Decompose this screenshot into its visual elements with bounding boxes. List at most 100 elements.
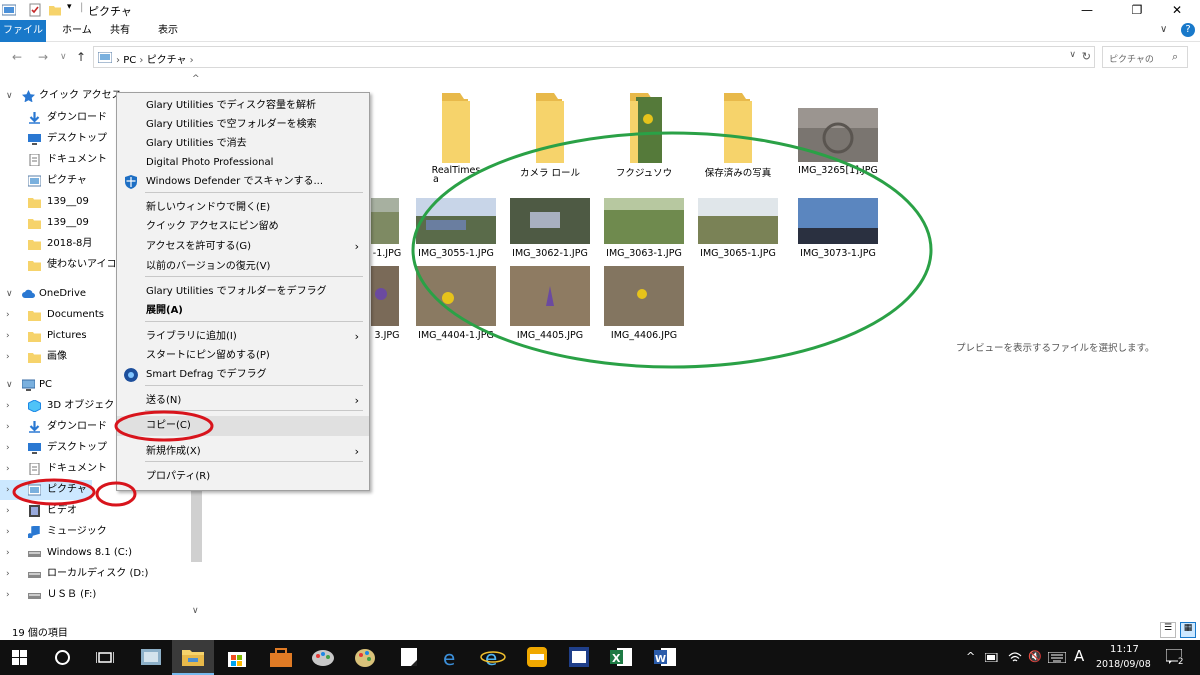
refresh-icon[interactable]: ↻	[1082, 50, 1091, 63]
quick-access-toolbar-dropdown[interactable]: ▾	[67, 2, 72, 12]
ime-mode-indicator[interactable]: A	[1074, 647, 1084, 665]
expand-chevron-icon[interactable]: ›	[6, 396, 10, 416]
battery-icon[interactable]	[985, 653, 999, 662]
expand-chevron-icon[interactable]: ›	[6, 480, 10, 500]
address-bar[interactable]: › PC › ピクチャ › ∨ ↻	[93, 46, 1095, 68]
volume-icon[interactable]: 🔇	[1028, 650, 1042, 663]
digital-photo-professional-item[interactable]: Digital Photo Professional	[117, 153, 369, 173]
folder-item[interactable]: RealTimes	[411, 84, 501, 184]
close-button[interactable]: ✕	[1154, 0, 1200, 20]
image-item[interactable]: IMG_3055-1.JPG	[411, 198, 501, 264]
ribbon-expand-icon[interactable]: ∨	[1160, 24, 1167, 35]
analyze-disk-item[interactable]: Glary Utilities でディスク容量を解析	[117, 96, 369, 116]
cortana-search-icon[interactable]	[54, 649, 71, 666]
expand-chevron-icon[interactable]: ›	[6, 438, 10, 458]
expand-chevron-icon[interactable]: ›	[6, 347, 10, 367]
folder-item[interactable]: カメラ ロール	[505, 84, 595, 184]
image-item[interactable]: IMG_4404-1.JPG	[411, 266, 501, 341]
nav-item[interactable]: › ビデオ	[0, 501, 190, 521]
properties-quick-icon[interactable]	[28, 3, 42, 17]
image-item[interactable]: IMG_3063-1.JPG	[599, 198, 689, 264]
expand-chevron-icon[interactable]: ›	[6, 305, 10, 325]
tab-home[interactable]: ホーム	[52, 20, 102, 42]
up-icon[interactable]: ↑	[76, 50, 86, 64]
image-item[interactable]: IMG_4405.JPG	[505, 266, 595, 341]
nav-item[interactable]: › ピクチャ	[0, 480, 92, 500]
pin-to-start-item[interactable]: スタートにピン留めする(P)	[117, 346, 369, 366]
find-empty-folders-item[interactable]: Glary Utilities で空フォルダーを検索	[117, 115, 369, 135]
nav-item[interactable]: › ＵＳＢ (F:)	[0, 585, 190, 605]
scroll-down-icon[interactable]: ∨	[192, 606, 199, 616]
tab-view[interactable]: 表示	[148, 20, 188, 42]
nav-item[interactable]: › ローカルディスク (D:)	[0, 564, 190, 584]
expand-chevron-icon[interactable]: ›	[6, 543, 10, 563]
copy-item[interactable]: コピー(C)	[117, 416, 369, 436]
open-new-window-item[interactable]: 新しいウィンドウで開く(E)	[117, 198, 369, 218]
start-windows-icon[interactable]	[12, 650, 27, 665]
expand-item[interactable]: 展開(A)	[117, 301, 369, 321]
expand-chevron-icon[interactable]: ›	[6, 564, 10, 584]
expand-chevron-icon[interactable]: ›	[6, 326, 10, 346]
address-dropdown-icon[interactable]: ∨	[1069, 50, 1076, 60]
store-icon[interactable]	[224, 645, 250, 669]
expand-chevron-icon[interactable]: ›	[6, 501, 10, 521]
large-icons-view-icon[interactable]: ▦	[1180, 622, 1196, 638]
task-view-icon[interactable]	[96, 650, 114, 665]
image-item[interactable]: IMG_3265[1].JPG	[793, 84, 883, 184]
palette-app-icon[interactable]	[352, 645, 378, 669]
clock-date[interactable]: 2018/09/08	[1096, 659, 1151, 670]
toolbox-app-icon[interactable]	[268, 645, 294, 669]
clock-time[interactable]: 11:17	[1110, 644, 1139, 655]
expand-chevron-icon[interactable]: ›	[6, 585, 10, 605]
explorer-taskbar-button[interactable]	[172, 640, 214, 675]
details-view-icon[interactable]: ☰	[1160, 622, 1176, 638]
collapse-chevron-icon[interactable]: ∨	[6, 375, 13, 395]
defrag-folder-item[interactable]: Glary Utilities でフォルダーをデフラグ	[117, 282, 369, 302]
search-icon[interactable]: ⌕	[1172, 50, 1178, 64]
folder-item[interactable]: 保存済みの写真	[693, 84, 783, 184]
expand-chevron-icon[interactable]: ›	[6, 417, 10, 437]
help-icon[interactable]: ?	[1181, 23, 1195, 37]
image-item[interactable]: IMG_3062-1.JPG	[505, 198, 595, 264]
edge-browser-icon[interactable]: e	[438, 645, 464, 669]
folder-item[interactable]: フクジュソウ	[599, 84, 689, 184]
collapse-chevron-icon[interactable]: ∨	[6, 284, 13, 304]
expand-chevron-icon[interactable]: ›	[6, 522, 10, 542]
app-launcher-icon[interactable]	[524, 645, 550, 669]
nav-item[interactable]: › ミュージック	[0, 522, 190, 542]
image-item[interactable]: IMG_4406.JPG	[599, 266, 689, 341]
scroll-up-icon[interactable]: ^	[192, 74, 200, 84]
recent-locations-icon[interactable]: ∨	[60, 52, 67, 62]
minimize-button[interactable]: —	[1064, 0, 1110, 20]
new-folder-quick-icon[interactable]	[48, 3, 62, 17]
forward-icon[interactable]: →	[38, 50, 48, 64]
tab-file[interactable]: ファイル	[0, 20, 46, 42]
expand-chevron-icon[interactable]: ›	[6, 459, 10, 479]
photo-viewer-taskbar-icon[interactable]	[138, 645, 164, 669]
restore-versions-item[interactable]: 以前のバージョンの復元(V)	[117, 257, 369, 277]
breadcrumb-pictures[interactable]: ピクチャ	[147, 55, 187, 66]
send-to-item[interactable]: 送る(N) ›	[117, 391, 369, 411]
breadcrumb-pc[interactable]: PC	[123, 55, 136, 66]
show-hidden-icons-icon[interactable]: ^	[966, 650, 975, 663]
shred-item[interactable]: Glary Utilities で消去	[117, 134, 369, 154]
give-access-item[interactable]: アクセスを許可する(G) ›	[117, 237, 369, 257]
internet-explorer-icon[interactable]: e	[480, 645, 506, 669]
paint-app-icon[interactable]	[310, 645, 336, 669]
image-item[interactable]: IMG_3073-1.JPG	[793, 198, 883, 264]
collapse-chevron-icon[interactable]: ∨	[6, 86, 13, 106]
image-item[interactable]: IMG_3065-1.JPG	[693, 198, 783, 264]
properties-item[interactable]: プロパティ(R)	[117, 467, 369, 487]
keyboard-icon[interactable]	[1048, 652, 1066, 663]
nav-item[interactable]: › Windows 8.1 (C:)	[0, 543, 190, 563]
back-icon[interactable]: ←	[12, 50, 22, 64]
defender-scan-item[interactable]: Windows Defender でスキャンする...	[117, 172, 369, 192]
add-to-library-item[interactable]: ライブラリに追加(I) ›	[117, 327, 369, 347]
scan-app-icon[interactable]	[566, 645, 592, 669]
word-icon[interactable]: W	[652, 645, 678, 669]
wifi-icon[interactable]	[1008, 651, 1022, 663]
new-item[interactable]: 新規作成(X) ›	[117, 442, 369, 462]
sticky-notes-icon[interactable]	[396, 645, 422, 669]
tab-share[interactable]: 共有	[100, 20, 140, 42]
pin-quick-access-item[interactable]: クイック アクセスにピン留め	[117, 217, 369, 237]
